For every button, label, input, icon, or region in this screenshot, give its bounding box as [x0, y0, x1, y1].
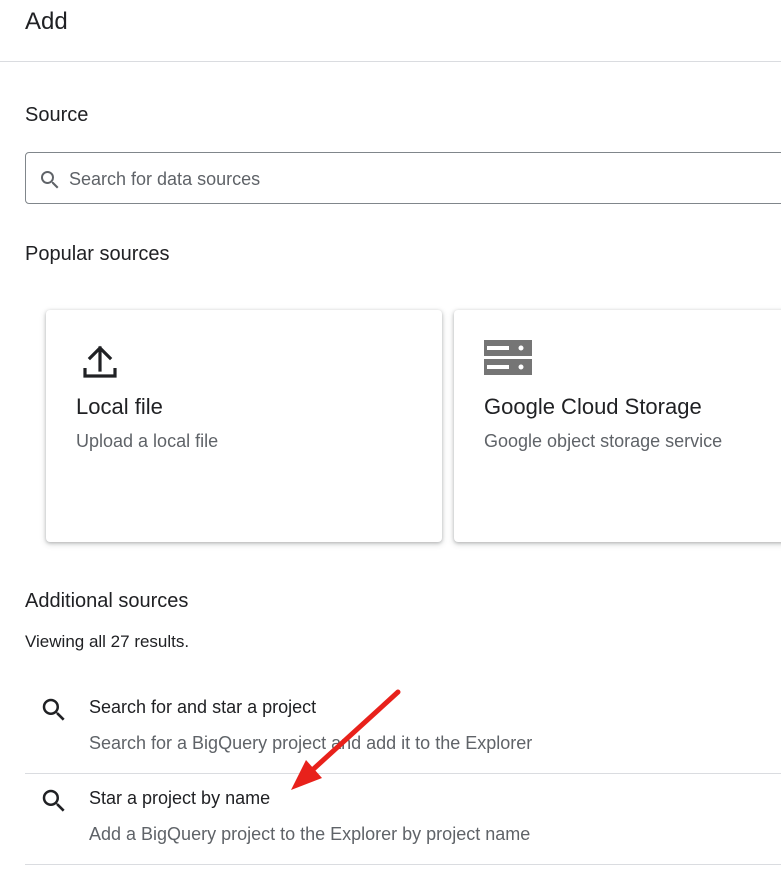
- google-cloud-storage-card[interactable]: Google Cloud Storage Google object stora…: [454, 310, 781, 542]
- list-item-title: Search for and star a project: [89, 697, 317, 717]
- page-title: Add: [25, 8, 68, 35]
- search-icon: [42, 698, 65, 721]
- upload-icon: [83, 345, 117, 378]
- storage-icon: [484, 340, 532, 375]
- card-title: Google Cloud Storage: [484, 394, 702, 419]
- popular-sources-heading: Popular sources: [25, 243, 170, 265]
- additional-sources-heading: Additional sources: [25, 590, 189, 612]
- card-description: Google object storage service: [484, 431, 723, 451]
- search-and-star-project-item[interactable]: Search for and star a project Search for…: [25, 683, 781, 774]
- source-heading: Source: [25, 104, 89, 126]
- results-count: Viewing all 27 results.: [25, 632, 190, 651]
- search-icon: [42, 789, 65, 812]
- source-search-input[interactable]: [69, 165, 749, 193]
- dialog-header: Add: [0, 0, 781, 62]
- list-item-title: Star a project by name: [89, 788, 271, 808]
- list-item-description: Search for a BigQuery project and add it…: [89, 733, 533, 753]
- source-search-box[interactable]: [25, 152, 781, 204]
- card-title: Local file: [76, 394, 163, 419]
- star-project-by-name-item[interactable]: Star a project by name Add a BigQuery pr…: [25, 774, 781, 865]
- search-icon: [41, 171, 59, 189]
- card-description: Upload a local file: [76, 431, 219, 451]
- list-item-description: Add a BigQuery project to the Explorer b…: [89, 824, 531, 844]
- local-file-card[interactable]: Local file Upload a local file: [46, 310, 442, 542]
